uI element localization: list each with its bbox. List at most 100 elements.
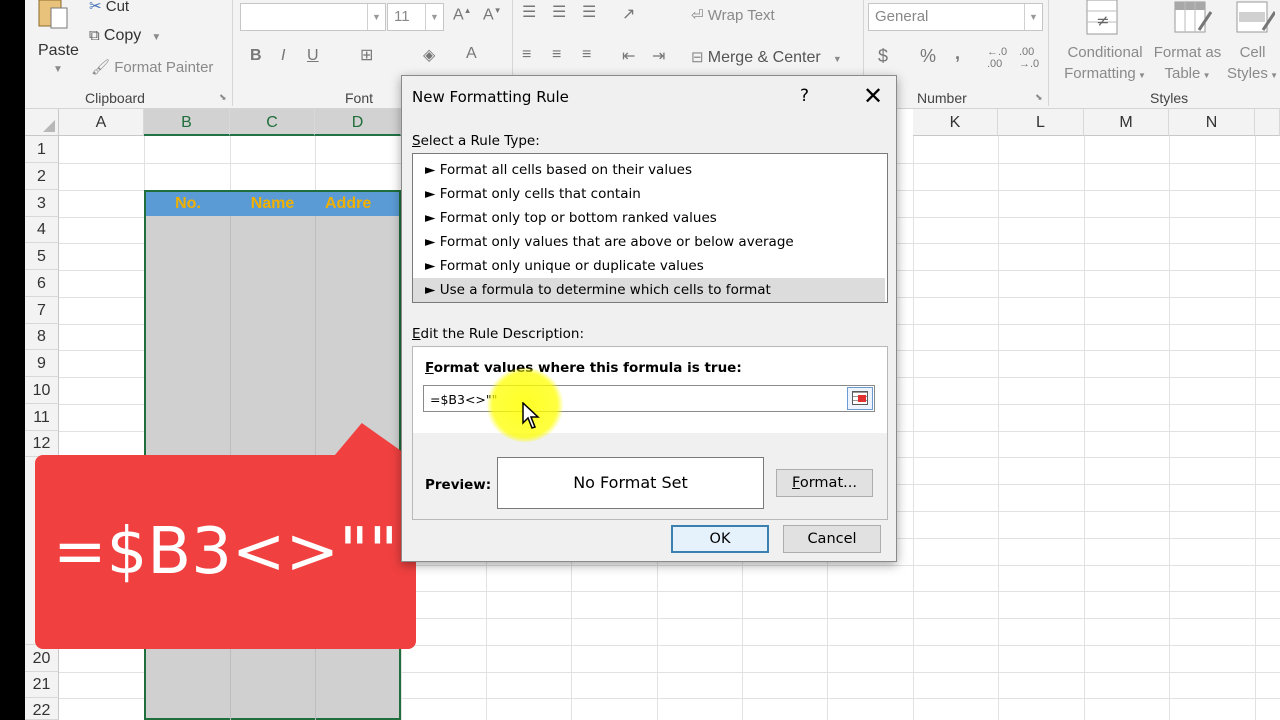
row-header-4[interactable]: 4 <box>25 217 59 243</box>
range-marker-icon <box>858 395 866 402</box>
column-header-d[interactable]: D <box>315 109 401 136</box>
currency-icon[interactable]: $ <box>878 46 888 67</box>
merge-center-label: Merge & Center <box>707 49 821 66</box>
increase-indent-icon[interactable]: ⇥ <box>652 46 665 66</box>
row-header-2[interactable]: 2 <box>25 163 59 190</box>
rule-description-panel: Format values where this formula is true… <box>412 346 888 520</box>
column-header-l[interactable]: L <box>998 109 1084 136</box>
rule-type-item[interactable]: ► Format only values that are above or b… <box>413 230 887 254</box>
row-header-20[interactable]: 20 <box>25 645 59 672</box>
wrap-text-label: Wrap Text <box>707 7 775 24</box>
rule-type-item-selected[interactable]: ► Use a formula to determine which cells… <box>413 278 885 302</box>
formula-input[interactable]: =$B3<>"" <box>423 385 875 412</box>
bold-icon[interactable]: B <box>250 47 262 65</box>
align-left-icon[interactable]: ≡ <box>522 46 531 64</box>
copy-button[interactable]: ⧉ Copy ▼ <box>89 27 161 45</box>
select-all-corner[interactable] <box>25 109 59 136</box>
align-middle-icon[interactable]: ☰ <box>552 2 566 22</box>
align-top-icon[interactable]: ☰ <box>522 2 536 22</box>
row-header-5[interactable]: 5 <box>25 243 59 270</box>
italic-icon[interactable]: I <box>281 47 285 65</box>
rule-type-item[interactable]: ► Format only cells that contain <box>413 182 887 206</box>
font-color-icon[interactable]: A <box>466 45 477 63</box>
rule-type-item[interactable]: ► Format only unique or duplicate values <box>413 254 887 278</box>
paste-dropdown-icon[interactable]: ▼ <box>53 64 63 75</box>
edit-rule-description-rest: dit the Rule Description: <box>420 326 584 342</box>
paintbrush-icon: 🖌 <box>91 59 111 76</box>
cell-d3-address[interactable]: Addre <box>315 192 399 216</box>
cell-styles-icon <box>1235 0 1277 42</box>
row-header-12[interactable]: 12 <box>25 431 59 457</box>
increase-font-icon[interactable]: A▲ <box>453 6 472 24</box>
column-header-a[interactable]: A <box>59 109 144 136</box>
borders-icon[interactable]: ⊞ <box>360 45 373 65</box>
clipboard-launcher-icon[interactable]: ⬊ <box>219 92 227 103</box>
font-group-label: Font <box>345 90 374 106</box>
fill-color-icon[interactable]: ◈ <box>423 45 435 65</box>
conditional-formatting-button[interactable]: Conditional Formatting ▼ <box>1061 42 1149 86</box>
decrease-indent-icon[interactable]: ⇤ <box>622 46 635 66</box>
percent-icon[interactable]: % <box>920 46 936 67</box>
column-header-o-partial[interactable] <box>1255 109 1280 136</box>
column-header-b[interactable]: B <box>144 109 230 136</box>
ok-button[interactable]: OK <box>671 525 769 553</box>
rule-type-label: Format only unique or duplicate values <box>439 258 704 274</box>
decrease-decimal-icon[interactable]: .00 →.0 <box>1019 46 1039 70</box>
row-header-21[interactable]: 21 <box>25 672 59 698</box>
increase-decimal-icon[interactable]: ←.0.00 <box>987 46 1007 70</box>
column-header-n[interactable]: N <box>1169 109 1255 136</box>
paste-icon[interactable] <box>27 0 77 32</box>
cell-c3-name[interactable]: Name <box>230 192 315 216</box>
row-header-7[interactable]: 7 <box>25 297 59 324</box>
cell-styles-label-1: Cell <box>1239 44 1266 61</box>
row-header-6[interactable]: 6 <box>25 270 59 297</box>
paste-button[interactable]: Paste <box>38 42 79 60</box>
row-header-22[interactable]: 22 <box>25 698 59 720</box>
cell-b3-no[interactable]: No. <box>146 192 230 216</box>
help-button[interactable]: ? <box>800 86 809 106</box>
align-center-icon[interactable]: ≡ <box>552 46 561 64</box>
decrease-font-icon[interactable]: A▼ <box>483 6 502 24</box>
wrap-text-button[interactable]: ⏎ Wrap Text <box>691 6 775 24</box>
chevron-down-icon: ▼ <box>367 4 385 30</box>
format-as-table-button[interactable]: Format as Table ▼ <box>1150 42 1225 86</box>
row-header-10[interactable]: 10 <box>25 377 59 404</box>
cancel-button[interactable]: Cancel <box>783 525 881 553</box>
cell-styles-button[interactable]: Cell Styles ▼ <box>1225 42 1280 86</box>
format-button-rest: ormat... <box>799 475 857 491</box>
row-header-9[interactable]: 9 <box>25 350 59 377</box>
preview-box: No Format Set <box>497 457 764 509</box>
excel-window: Paste ▼ ✂ Cut ⧉ Copy ▼ 🖌 Format Painter … <box>25 0 1280 720</box>
format-painter-button[interactable]: 🖌 Format Painter <box>91 58 213 76</box>
scissors-icon: ✂ <box>89 0 102 15</box>
column-header-c[interactable]: C <box>230 109 315 136</box>
align-bottom-icon[interactable]: ☰ <box>582 2 596 22</box>
orientation-icon[interactable]: ↗ <box>622 4 635 24</box>
chevron-down-icon: ▼ <box>832 54 842 64</box>
row-header-1[interactable]: 1 <box>25 136 59 163</box>
number-format-field[interactable]: General ▼ <box>868 3 1043 31</box>
select-rule-type-rest: elect a Rule Type: <box>420 133 540 149</box>
rule-type-item[interactable]: ► Format only top or bottom ranked value… <box>413 206 887 230</box>
font-name-field[interactable]: ▼ <box>240 3 386 31</box>
underline-icon[interactable]: U <box>307 47 319 65</box>
column-header-m[interactable]: M <box>1084 109 1169 136</box>
row-header-11[interactable]: 11 <box>25 404 59 431</box>
align-right-icon[interactable]: ≡ <box>582 46 591 64</box>
comma-icon[interactable]: , <box>955 43 960 64</box>
row-header-8[interactable]: 8 <box>25 324 59 350</box>
row-header-3[interactable]: 3 <box>25 190 59 217</box>
arrow-bullet-icon: ► <box>425 210 436 226</box>
format-button[interactable]: Format... <box>776 469 873 497</box>
merge-center-button[interactable]: ⊟ Merge & Center ▼ <box>691 48 842 67</box>
number-launcher-icon[interactable]: ⬊ <box>1035 92 1043 103</box>
arrow-bullet-icon: ► <box>425 234 436 250</box>
font-size-field[interactable]: 11 ▼ <box>387 3 444 31</box>
close-icon[interactable]: ✕ <box>856 81 890 111</box>
cut-button[interactable]: ✂ Cut <box>89 0 129 15</box>
rule-type-list[interactable]: ► Format all cells based on their values… <box>412 153 888 303</box>
rule-type-item[interactable]: ► Format all cells based on their values <box>413 158 887 182</box>
range-select-button[interactable] <box>847 387 873 410</box>
column-header-k[interactable]: K <box>913 109 998 136</box>
format-as-table-label-row: Table ▼ <box>1150 63 1225 86</box>
